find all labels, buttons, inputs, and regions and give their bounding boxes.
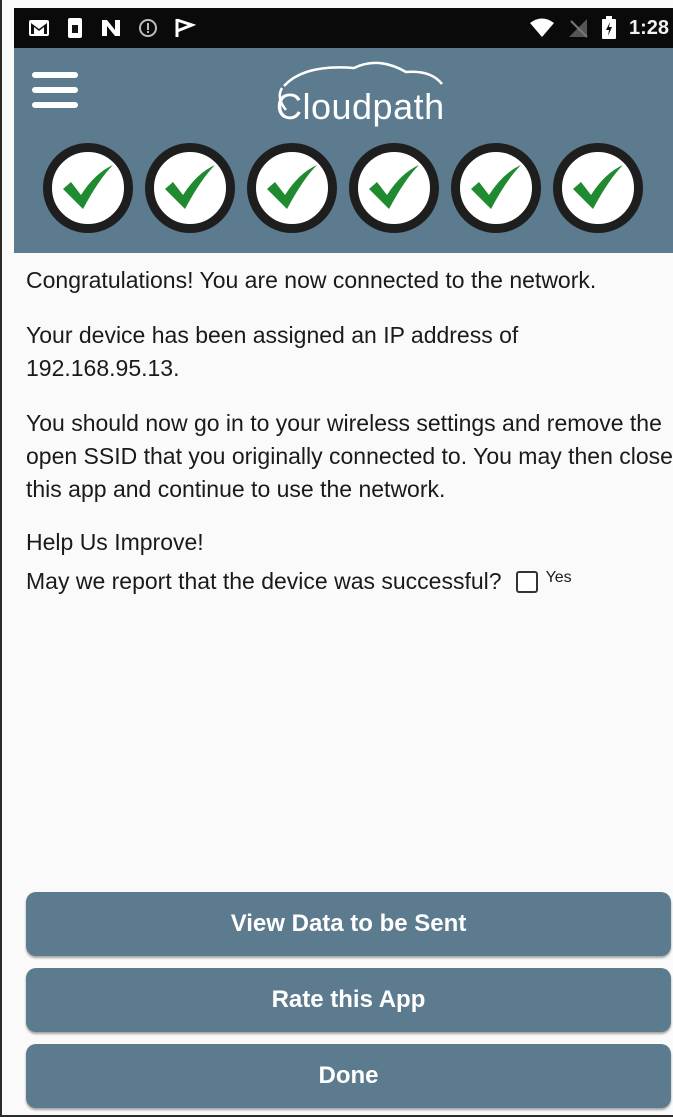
progress-steps: [43, 143, 643, 233]
view-data-button[interactable]: View Data to be Sent: [26, 892, 671, 956]
step-2-complete: [145, 143, 235, 233]
done-button[interactable]: Done: [26, 1044, 671, 1108]
battery-icon: [601, 16, 617, 40]
checkmark-icon: [471, 165, 521, 209]
hamburger-bar: [32, 87, 78, 93]
hamburger-icon: [32, 72, 78, 78]
checkmark-icon: [573, 165, 623, 209]
wifi-icon: [529, 18, 555, 38]
checkmark-icon: [369, 165, 419, 209]
step-3-complete: [247, 143, 337, 233]
yes-label: Yes: [545, 569, 572, 586]
cloudpath-logo: Cloudpath: [246, 58, 476, 136]
app-header: Cloudpath: [14, 48, 673, 253]
sim-icon: [66, 17, 84, 39]
clock-time: 1:28: [628, 16, 669, 39]
n-icon: [100, 18, 122, 38]
hamburger-bar: [32, 102, 78, 108]
status-bar: 1:28: [14, 8, 673, 48]
checkmark-icon: [267, 165, 317, 209]
circle-info-icon: [138, 18, 158, 38]
menu-button[interactable]: [28, 68, 84, 114]
step-4-complete: [349, 143, 439, 233]
play-flag-icon: [174, 17, 196, 39]
report-row: May we report that the device was succes…: [26, 565, 673, 598]
app-screen: 1:28 Cloudpath Congratulations! You are …: [0, 0, 673, 1117]
instructions-text: You should now go in to your wireless se…: [26, 410, 673, 502]
step-5-complete: [451, 143, 541, 233]
step-6-complete: [553, 143, 643, 233]
step-1-complete: [43, 143, 133, 233]
congratulations-text: Congratulations! You are now connected t…: [26, 267, 597, 293]
ip-address-text: Your device has been assigned an IP addr…: [26, 322, 519, 381]
report-success-checkbox[interactable]: [515, 570, 538, 593]
connection-message: Congratulations! You are now connected t…: [26, 264, 673, 598]
rate-app-button[interactable]: Rate this App: [26, 968, 671, 1032]
help-title: Help Us Improve!: [26, 529, 204, 555]
gmail-icon: [28, 19, 50, 37]
checkmark-icon: [63, 165, 113, 209]
notification-icons: [14, 17, 196, 39]
system-icons: 1:28: [529, 16, 673, 40]
logo-text: Cloudpath: [276, 86, 445, 127]
signal-off-icon: [567, 17, 589, 39]
report-question: May we report that the device was succes…: [26, 568, 502, 594]
checkmark-icon: [165, 165, 215, 209]
